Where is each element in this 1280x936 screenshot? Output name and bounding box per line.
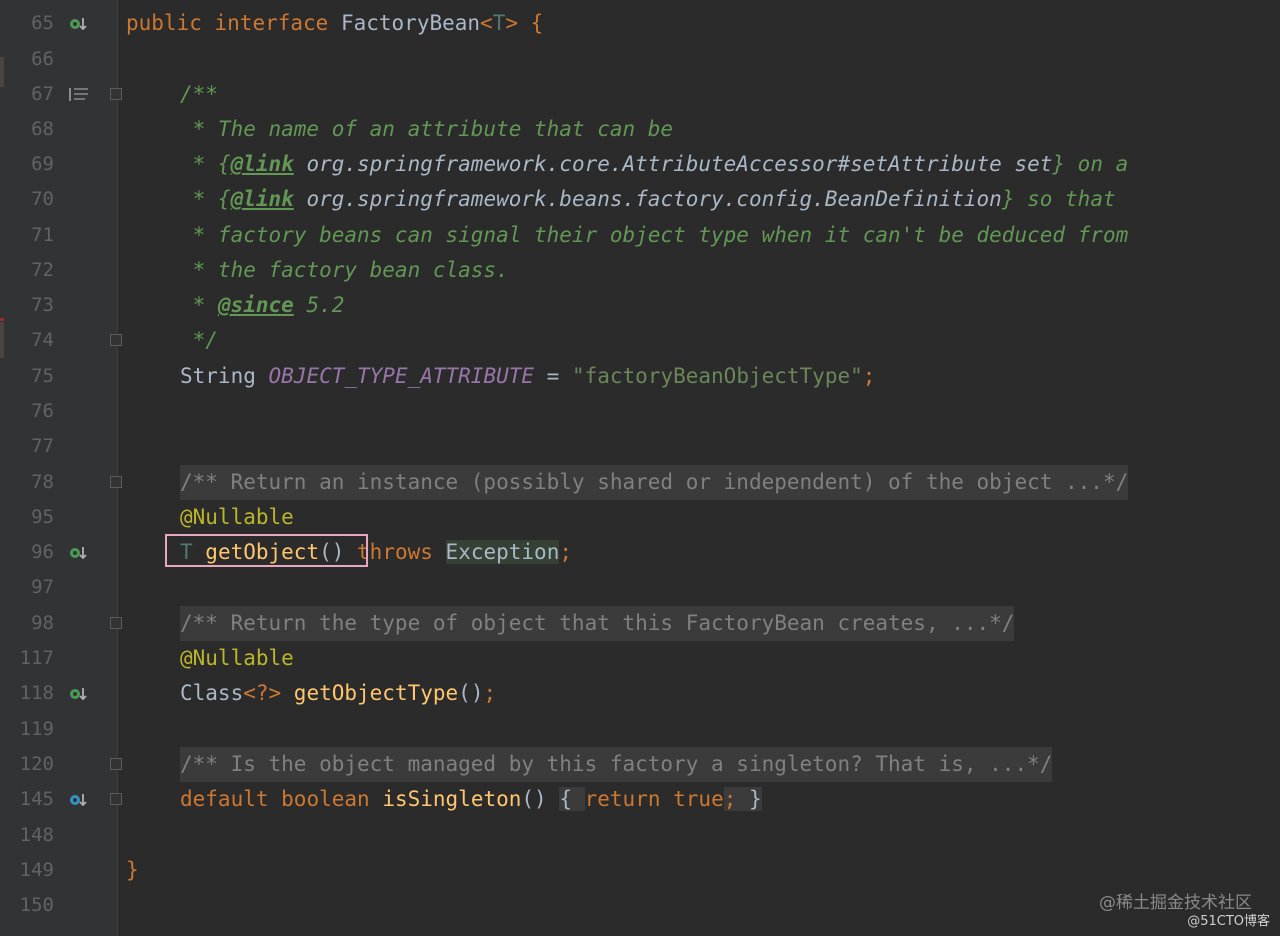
override-method-icon[interactable] [68, 791, 90, 809]
code-text[interactable]: } [126, 853, 139, 888]
line-number: 72 [31, 259, 54, 281]
code-text[interactable]: * the factory bean class. [180, 253, 509, 288]
line-number: 68 [31, 118, 54, 140]
line-number: 120 [19, 753, 54, 775]
code-line: 97 [0, 570, 1280, 605]
line-number: 95 [31, 506, 54, 528]
code-line: 148 [0, 818, 1280, 853]
code-line: 77 [0, 429, 1280, 464]
code-text[interactable]: public interface FactoryBean<T> { [126, 6, 543, 41]
watermark-51cto: @51CTO博客 [1187, 914, 1270, 929]
code-line: 68 * The name of an attribute that can b… [0, 112, 1280, 147]
code-line: 149 } [0, 853, 1280, 888]
line-number: 66 [31, 48, 54, 70]
fold-toggle-icon[interactable] [110, 334, 122, 346]
line-number: 145 [19, 788, 54, 810]
line-number: 67 [31, 83, 54, 105]
code-line: 119 [0, 712, 1280, 747]
code-line: 69 * {@link org.springframework.core.Att… [0, 147, 1280, 182]
line-number: 76 [31, 400, 54, 422]
line-number: 78 [31, 471, 54, 493]
line-number: 148 [19, 824, 54, 846]
line-number: 149 [19, 859, 54, 881]
folded-doc-comment[interactable]: /** Is the object managed by this factor… [180, 747, 1053, 782]
code-text[interactable]: @Nullable [180, 500, 294, 535]
code-line: 65 public interface FactoryBean<T> { [0, 6, 1280, 41]
code-line: 74 */ [0, 323, 1280, 358]
annotation-highlight-box [165, 534, 368, 567]
code-line: 75 String OBJECT_TYPE_ATTRIBUTE = "facto… [0, 359, 1280, 394]
code-line: 117 @Nullable [0, 641, 1280, 676]
code-line: 72 * the factory bean class. [0, 253, 1280, 288]
implemented-method-icon[interactable] [68, 15, 90, 33]
code-line: 67 /** [0, 77, 1280, 112]
code-line: 120 /** Is the object managed by this fa… [0, 747, 1280, 782]
line-number: 65 [31, 12, 54, 34]
implemented-method-icon[interactable] [68, 544, 90, 562]
render-doc-icon[interactable] [68, 86, 90, 104]
code-line: 95 @Nullable [0, 500, 1280, 535]
code-text[interactable]: @Nullable [180, 641, 294, 676]
code-line: 76 [0, 394, 1280, 429]
code-text[interactable]: * factory beans can signal their object … [180, 218, 1129, 253]
line-number: 71 [31, 224, 54, 246]
line-number: 96 [31, 541, 54, 563]
code-text[interactable]: default boolean isSingleton() { return t… [180, 782, 762, 817]
fold-toggle-icon[interactable] [110, 88, 122, 100]
code-line: 66 [0, 42, 1280, 77]
fold-expand-icon[interactable] [110, 617, 122, 629]
line-number: 150 [19, 894, 54, 916]
fold-expand-icon[interactable] [110, 793, 122, 805]
line-number: 119 [19, 718, 54, 740]
code-line: 150 [0, 888, 1280, 923]
implemented-method-icon[interactable] [68, 685, 90, 703]
fold-expand-icon[interactable] [110, 758, 122, 770]
code-text[interactable]: /** [180, 77, 218, 112]
line-number: 74 [31, 329, 54, 351]
code-text[interactable]: * {@link org.springframework.core.Attrib… [180, 147, 1129, 182]
line-number: 97 [31, 576, 54, 598]
line-number: 117 [19, 647, 54, 669]
code-line: 73 * @since 5.2 [0, 288, 1280, 323]
line-number: 69 [31, 153, 54, 175]
line-number: 118 [19, 682, 54, 704]
code-line: 78 /** Return an instance (possibly shar… [0, 465, 1280, 500]
code-line: 118 Class<?> getObjectType(); [0, 676, 1280, 711]
code-line: 71 * factory beans can signal their obje… [0, 218, 1280, 253]
line-number: 70 [31, 188, 54, 210]
line-number: 75 [31, 365, 54, 387]
code-text[interactable]: * @since 5.2 [180, 288, 345, 323]
code-text[interactable]: String OBJECT_TYPE_ATTRIBUTE = "factoryB… [180, 359, 875, 394]
line-number: 73 [31, 294, 54, 316]
fold-expand-icon[interactable] [110, 476, 122, 488]
code-line: 98 /** Return the type of object that th… [0, 606, 1280, 641]
code-text[interactable]: */ [180, 323, 218, 358]
code-text[interactable]: Class<?> getObjectType(); [180, 676, 496, 711]
code-line: 145 default boolean isSingleton() { retu… [0, 782, 1280, 817]
code-line: 70 * {@link org.springframework.beans.fa… [0, 182, 1280, 217]
folded-doc-comment[interactable]: /** Return the type of object that this … [180, 606, 1015, 641]
line-number: 98 [31, 612, 54, 634]
folded-doc-comment[interactable]: /** Return an instance (possibly shared … [180, 465, 1129, 500]
code-text[interactable]: * The name of an attribute that can be [180, 112, 673, 147]
code-text[interactable]: * {@link org.springframework.beans.facto… [180, 182, 1116, 217]
line-number: 77 [31, 435, 54, 457]
